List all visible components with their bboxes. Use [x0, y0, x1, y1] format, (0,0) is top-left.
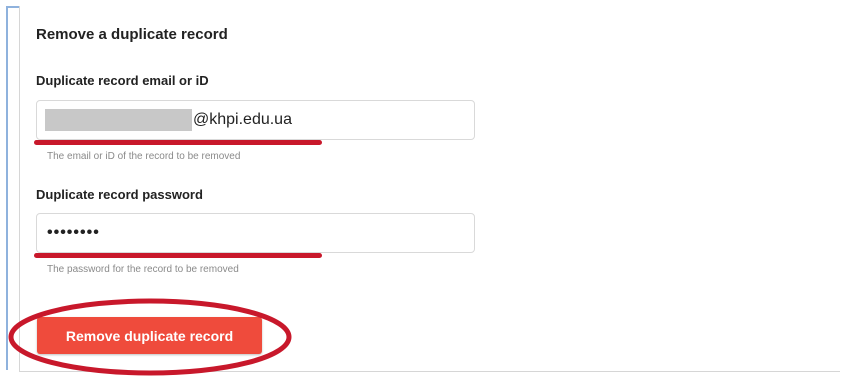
email-annotation-underline — [34, 140, 322, 145]
email-field[interactable]: @khpi.edu.ua — [36, 100, 475, 140]
email-value: @khpi.edu.ua — [193, 111, 292, 128]
form-title: Remove a duplicate record — [36, 26, 228, 43]
password-help-text: The password for the record to be remove… — [47, 264, 239, 275]
password-label: Duplicate record password — [36, 187, 203, 202]
password-annotation-underline — [34, 253, 322, 258]
password-value: •••••••• — [47, 224, 100, 241]
remove-duplicate-record-button[interactable]: Remove duplicate record — [37, 317, 262, 354]
password-field[interactable]: •••••••• — [36, 213, 475, 253]
redacted-text — [45, 109, 192, 131]
email-help-text: The email or iD of the record to be remo… — [47, 151, 241, 162]
email-label: Duplicate record email or iD — [36, 73, 209, 88]
